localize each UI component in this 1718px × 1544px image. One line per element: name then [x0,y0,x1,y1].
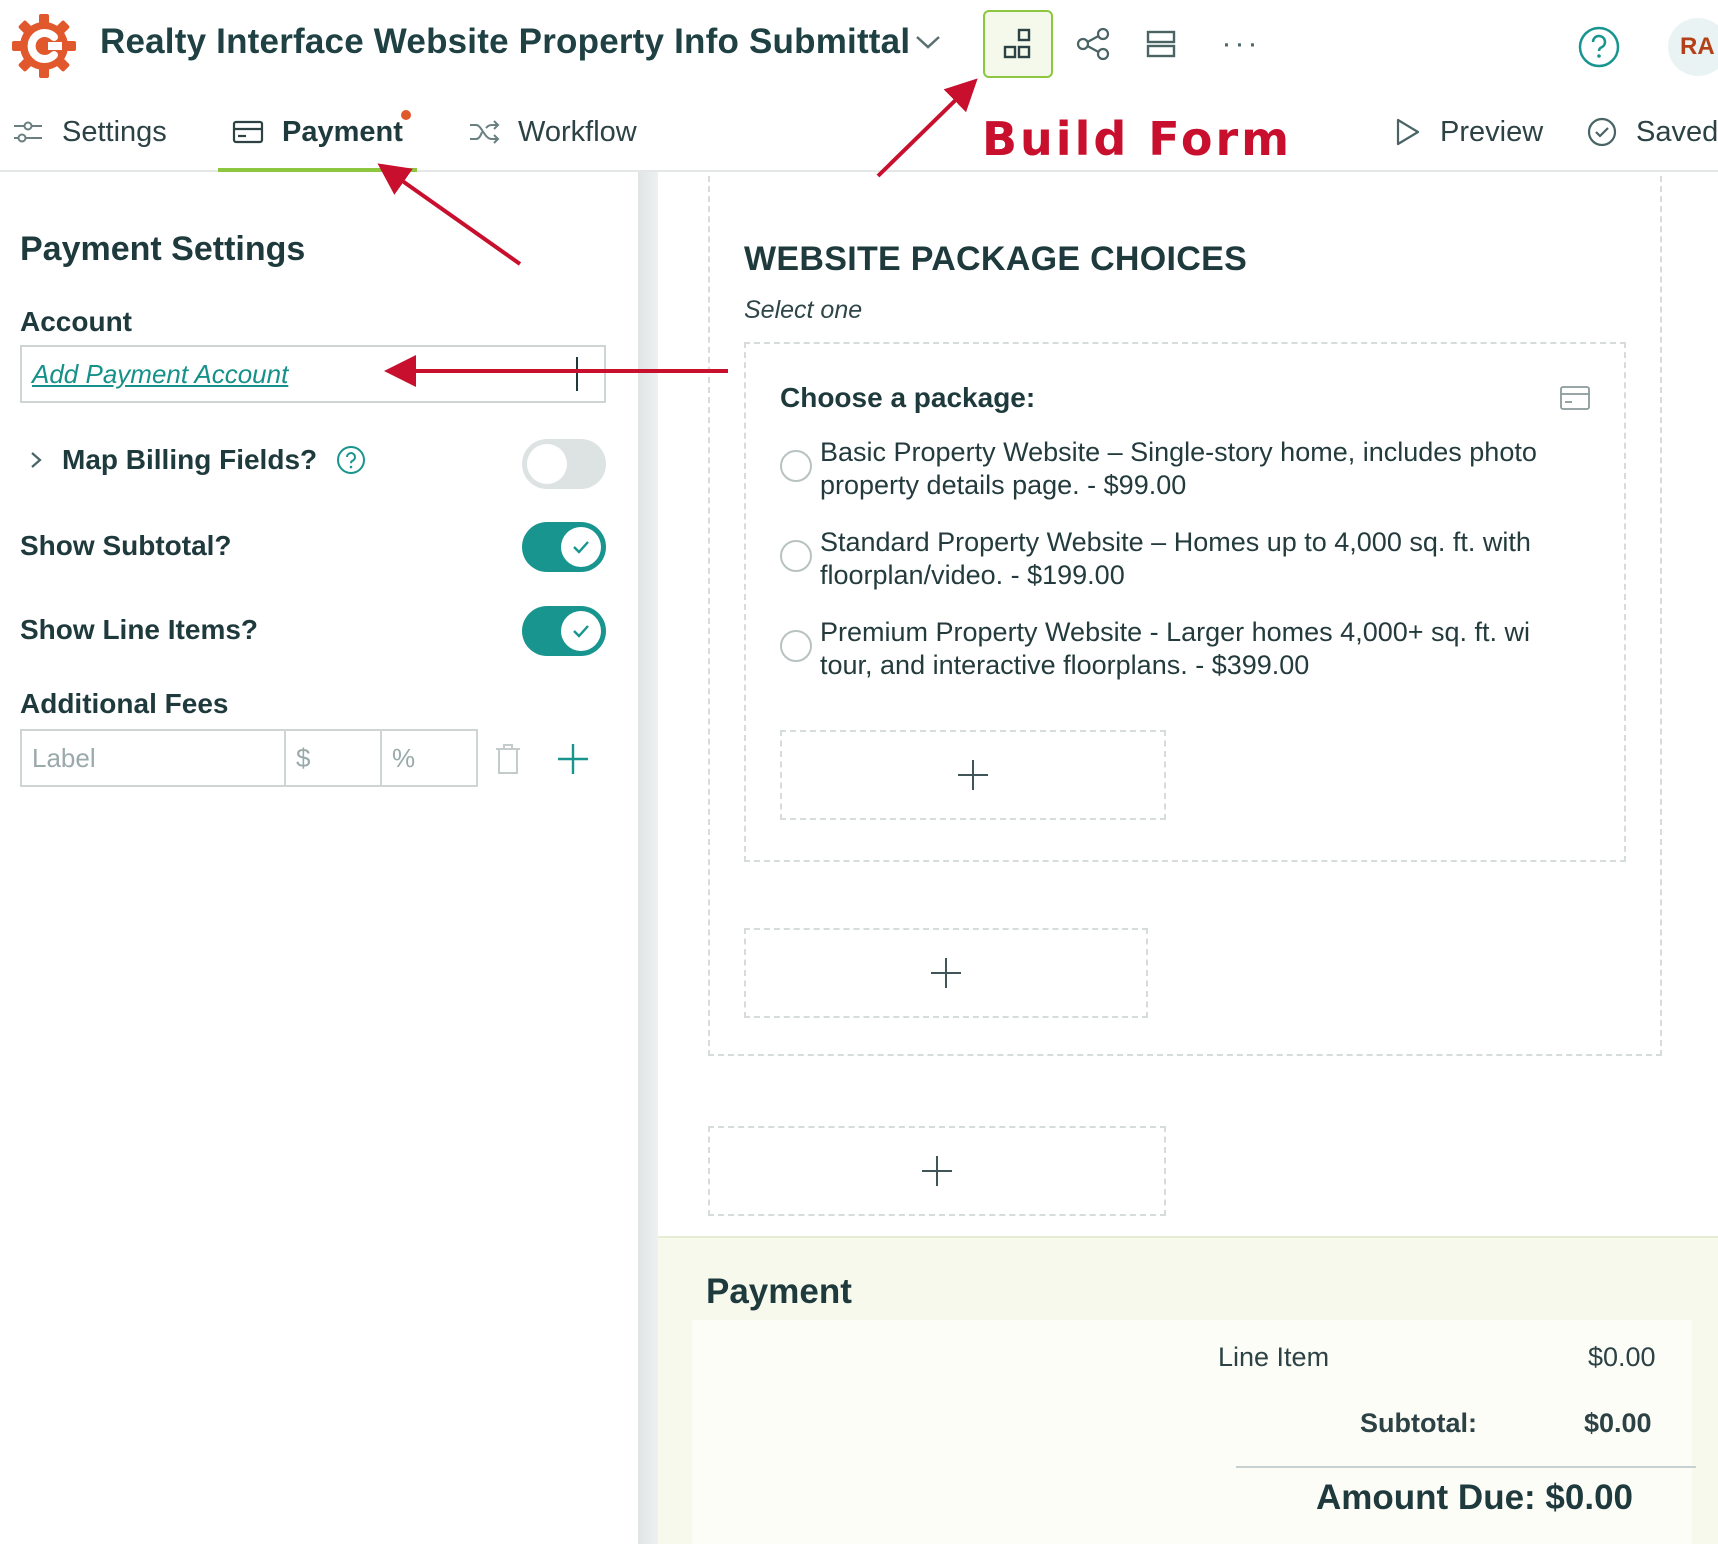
line-item-value: $0.00 [1588,1342,1656,1372]
shuffle-icon [470,120,500,144]
share-icon [1076,27,1110,61]
map-billing-fields-label: Map Billing Fields? [62,444,318,475]
show-subtotal-toggle[interactable] [522,522,606,572]
field-label: Choose a package: [780,382,1036,413]
fee-amount-input[interactable]: $ [286,729,382,787]
add-section-placeholder[interactable] [708,1126,1166,1216]
payment-summary-card: Line Item $0.00 Subtotal: $0.00 Amount D… [692,1320,1696,1544]
build-form-button[interactable] [983,10,1053,78]
rows-icon [1146,30,1176,58]
top-bar: Realty Interface Website Property Info S… [0,0,1718,92]
share-button[interactable] [1058,10,1128,78]
trash-icon[interactable] [494,743,522,775]
line-item-label: Line Item [1218,1342,1330,1372]
preview-label: Preview [1440,115,1544,148]
user-avatar[interactable]: RA [1668,18,1718,76]
cognito-logo-icon[interactable] [10,12,78,80]
saved-label: Saved [1636,115,1718,148]
payment-field-icon [1560,386,1590,410]
plus-icon [931,958,961,988]
toggle-knob [561,611,601,651]
show-line-items-toggle[interactable] [522,606,606,656]
saved-status: Saved [1586,92,1718,172]
map-billing-fields-toggle[interactable] [522,439,606,489]
payment-settings-heading: Payment Settings [20,230,306,268]
tab-settings[interactable]: Settings [12,92,167,172]
option-text-line2: property details page. - $99.00 [820,470,1187,500]
tab-workflow-label: Workflow [518,115,637,148]
package-option[interactable]: Basic Property Website – Single-story ho… [780,436,1600,502]
subtotal-value: $0.00 [1584,1408,1652,1438]
panel-divider[interactable] [638,172,658,1544]
more-options-button[interactable]: ··· [1206,10,1276,78]
check-circle-icon [1587,117,1617,147]
option-text-line1: Standard Property Website – Homes up to … [820,527,1531,557]
package-option[interactable]: Standard Property Website – Homes up to … [780,526,1600,592]
add-field-placeholder[interactable] [780,730,1166,820]
account-field[interactable]: Add Payment Account [20,345,606,403]
plus-icon [922,1156,952,1186]
additional-fee-row: Label $ % [20,729,478,787]
tab-payment[interactable]: Payment [218,92,417,174]
amount-due: Amount Due: $0.00 [1316,1478,1633,1517]
add-fee-plus-icon[interactable] [556,742,590,776]
option-text-line1: Basic Property Website – Single-story ho… [820,437,1537,467]
build-grid-icon [1003,28,1031,59]
show-line-items-label: Show Line Items? [20,614,259,645]
payment-section-title: Payment [706,1272,852,1311]
fee-percent-input[interactable]: % [382,729,478,787]
fee-label-input[interactable]: Label [20,729,286,787]
radio-button[interactable] [780,450,812,482]
add-field-placeholder[interactable] [744,928,1148,1018]
map-billing-fields-row[interactable]: Map Billing Fields? [26,444,367,476]
payment-settings-panel: Payment Settings Account Add Payment Acc… [0,172,638,1544]
subtotal-label: Subtotal: [1360,1408,1477,1438]
section-subtitle: Select one [744,296,863,324]
plus-icon [958,760,988,790]
notification-dot [400,110,411,120]
check-icon [573,541,589,554]
form-builder-canvas: WEBSITE PACKAGE CHOICES Select one Choos… [658,172,1718,1544]
tab-workflow[interactable]: Workflow [468,92,637,172]
tab-settings-label: Settings [62,115,167,148]
tabs-bar: Settings Payment Workflow Preview Saved [0,92,1718,174]
preview-button[interactable]: Preview [1394,92,1543,172]
option-text-line1: Premium Property Website - Larger homes … [820,617,1531,647]
account-label: Account [20,306,132,337]
summary-divider [1236,1466,1696,1468]
chevron-down-icon[interactable] [914,32,942,52]
chevron-right-icon[interactable] [26,448,46,472]
text-cursor [576,357,578,391]
additional-fees-label: Additional Fees [20,688,229,719]
section-title[interactable]: WEBSITE PACKAGE CHOICES [744,240,1247,279]
option-text-line2: tour, and interactive floorplans. - $399… [820,650,1310,680]
radio-button[interactable] [780,630,812,662]
form-title[interactable]: Realty Interface Website Property Info S… [100,22,910,62]
choice-field[interactable]: Choose a package: Basic Property Website… [744,342,1626,862]
option-text-line2: floorplan/video. - $199.00 [820,560,1125,590]
payment-section[interactable]: Payment Line Item $0.00 Subtotal: $0.00 … [658,1236,1718,1544]
build-form-annotation: Build Form [982,112,1293,166]
toggle-knob [527,444,567,484]
check-icon [573,625,589,638]
help-icon[interactable] [1576,24,1622,70]
show-subtotal-label: Show Subtotal? [20,530,232,561]
tab-payment-label: Payment [282,115,403,148]
radio-button[interactable] [780,540,812,572]
card-icon [232,120,264,144]
toggle-knob [561,527,601,567]
entries-view-button[interactable] [1126,10,1196,78]
add-payment-account-link[interactable]: Add Payment Account [32,359,288,390]
play-icon [1396,118,1420,146]
sliders-icon [14,121,42,143]
package-option[interactable]: Premium Property Website - Larger homes … [780,616,1600,682]
help-circle-icon[interactable] [335,444,367,476]
